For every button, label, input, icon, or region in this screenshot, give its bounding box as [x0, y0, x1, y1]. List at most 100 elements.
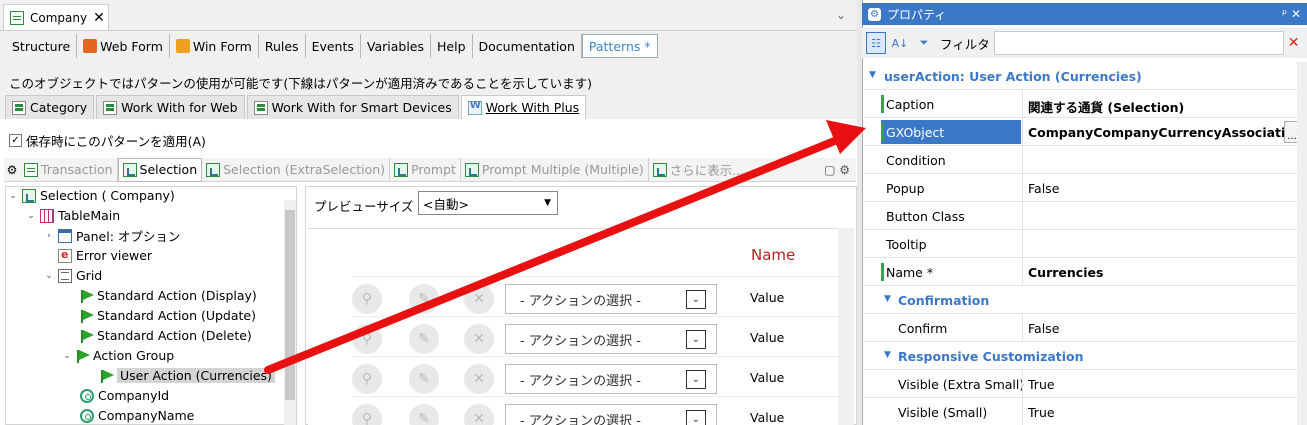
selection-icon [22, 188, 36, 203]
properties-title-bar: ⚙ プロパティ ᵖ ✕ [862, 3, 1307, 25]
property-row-name[interactable]: Name * Currencies [864, 258, 1302, 286]
grid-cell-value: Value [750, 330, 785, 345]
column-divider [1022, 118, 1023, 146]
action-select[interactable]: - アクションの選択 - ⌄ [505, 284, 717, 314]
property-row-tooltip[interactable]: Tooltip [864, 230, 1302, 258]
tree-scrollbar-thumb[interactable] [285, 210, 295, 400]
tab-events[interactable]: Events [306, 34, 361, 58]
edit-icon[interactable]: ✎ [409, 404, 439, 425]
section-user-action[interactable]: ▼ userAction: User Action (Currencies) [864, 62, 1302, 90]
action-select[interactable]: - アクションの選択 - ⌄ [505, 324, 717, 354]
filter-input[interactable] [993, 31, 1284, 55]
instance-tab-extra-selection[interactable]: Selection (ExtraSelection) [202, 157, 391, 182]
chevron-down-icon[interactable]: ⌄ [836, 8, 846, 22]
tab-web-form[interactable]: Web Form [77, 34, 170, 58]
delete-icon[interactable]: ✕ [464, 404, 494, 425]
preview-scrollbar[interactable] [838, 228, 854, 425]
categorized-icon[interactable]: ☷ [866, 32, 886, 54]
property-row-visible-small[interactable]: Visible (Small) True [864, 398, 1302, 425]
tab-patterns[interactable]: Patterns * [581, 34, 658, 58]
apply-on-save-row[interactable]: ✓ 保存時にこのパターンを適用(A) [9, 131, 206, 150]
section-responsive[interactable]: ▼ Responsive Customization [864, 342, 1302, 370]
filter-icon[interactable]: ⏷ [914, 32, 934, 54]
property-row-gxobject[interactable]: GXObject CompanyCompanyCurrencyAssociati… [864, 118, 1303, 146]
document-tab-company[interactable]: Company ✕ [3, 4, 109, 30]
property-value[interactable]: 関連する通貨 (Selection) [1028, 97, 1184, 116]
editor-tabs: Structure Web Form Win Form Rules Events… [6, 34, 658, 58]
instance-tab-prompt-multiple[interactable]: Prompt Multiple (Multiple) [461, 157, 649, 182]
section-confirmation[interactable]: ▼ Confirmation [864, 286, 1302, 314]
tree-node-companyname[interactable]: CompanyName [66, 406, 194, 425]
column-divider [1022, 258, 1023, 286]
gear-icon: ⚙ [868, 7, 881, 21]
pattern-tab-work-with-plus[interactable]: Work With Plus [460, 95, 587, 119]
tree-node-selection[interactable]: ⌄ Selection ( Company) [8, 186, 175, 205]
tab-structure[interactable]: Structure [6, 34, 78, 58]
search-icon[interactable]: ⚲ [352, 324, 382, 354]
tree-node-companyid[interactable]: CompanyId [66, 386, 169, 405]
panel-icon [58, 228, 72, 243]
search-icon[interactable]: ⚲ [352, 364, 382, 394]
search-icon[interactable]: ⚲ [352, 284, 382, 314]
tree-node-user-action[interactable]: User Action (Currencies) [86, 366, 275, 385]
tree-node-action-update[interactable]: Standard Action (Update) [66, 306, 256, 325]
instance-tab-transaction[interactable]: Transaction [20, 157, 118, 182]
action-select[interactable]: - アクションの選択 - ⌄ [505, 404, 717, 425]
work-with-plus-icon [467, 100, 482, 115]
pin-close-icon[interactable]: ᵖ ✕ [1282, 7, 1301, 21]
pattern-tab-category[interactable]: Category [5, 95, 95, 119]
tree-node-action-group[interactable]: ⌄ Action Group [62, 346, 174, 365]
property-value[interactable]: CompanyCompanyCurrencyAssociation [1028, 125, 1303, 140]
search-icon[interactable]: ⚲ [352, 404, 382, 425]
pattern-tab-work-with-smart-devices[interactable]: Work With for Smart Devices [246, 95, 459, 119]
property-row-button-class[interactable]: Button Class [864, 202, 1302, 230]
selection-icon [122, 162, 137, 177]
tab-rules[interactable]: Rules [259, 34, 306, 58]
delete-icon[interactable]: ✕ [464, 284, 494, 314]
tree-node-tablemain[interactable]: ⌄ TableMain [26, 206, 120, 225]
property-value[interactable]: True [1028, 377, 1055, 392]
preview-size-select[interactable]: <自動> ▼ [418, 191, 558, 215]
properties-scrollbar[interactable] [1297, 62, 1307, 425]
property-row-confirm[interactable]: Confirm False [864, 314, 1302, 342]
delete-icon[interactable]: ✕ [464, 324, 494, 354]
edit-icon[interactable]: ✎ [409, 324, 439, 354]
property-value[interactable]: False [1028, 181, 1059, 196]
sort-alpha-icon[interactable]: A↓ [890, 32, 910, 54]
collapse-icon[interactable]: ▼ [884, 350, 891, 360]
property-row-condition[interactable]: Condition [864, 146, 1302, 174]
property-value[interactable]: False [1028, 321, 1059, 336]
delete-icon[interactable]: ✕ [464, 364, 494, 394]
tree-node-grid[interactable]: ⌄ Grid [44, 266, 102, 285]
tree-node-error-viewer[interactable]: Error viewer [44, 246, 152, 265]
tab-help[interactable]: Help [431, 34, 473, 58]
property-row-visible-xs[interactable]: Visible (Extra Small) True [864, 370, 1302, 398]
add-gear-icon[interactable]: ▢ ⚙ [824, 163, 850, 177]
property-value[interactable]: True [1028, 405, 1055, 420]
instance-tab-prompt[interactable]: Prompt [390, 157, 461, 182]
apply-on-save-checkbox[interactable]: ✓ [9, 134, 22, 147]
property-value[interactable]: Currencies [1028, 265, 1103, 280]
tree-node-action-display[interactable]: Standard Action (Display) [66, 286, 257, 305]
action-select[interactable]: - アクションの選択 - ⌄ [505, 364, 717, 394]
tab-documentation[interactable]: Documentation [473, 34, 582, 58]
edit-icon[interactable]: ✎ [409, 284, 439, 314]
close-icon[interactable]: ✕ [93, 10, 105, 26]
edit-icon[interactable]: ✎ [409, 364, 439, 394]
tab-variables[interactable]: Variables [361, 34, 432, 58]
tab-win-form[interactable]: Win Form [170, 34, 259, 58]
preview-grid-row: ⚲ ✎ ✕ - アクションの選択 - ⌄ Value [352, 396, 838, 425]
property-row-caption[interactable]: Caption 関連する通貨 (Selection) [864, 90, 1302, 118]
instance-tab-selection[interactable]: Selection [117, 157, 203, 182]
settings-icon[interactable]: ⚙ [4, 163, 20, 177]
collapse-icon[interactable]: ▼ [884, 294, 891, 304]
tree-node-panel[interactable]: › Panel: オプション [44, 226, 180, 245]
win-form-icon [175, 39, 190, 53]
transaction-icon [10, 10, 24, 25]
pattern-tab-work-with-web[interactable]: Work With for Web [96, 95, 245, 119]
instance-tab-more[interactable]: さらに表示... [649, 158, 748, 182]
property-row-popup[interactable]: Popup False [864, 174, 1302, 202]
clear-filter-icon[interactable]: ✕ [1288, 35, 1300, 51]
tree-node-action-delete[interactable]: Standard Action (Delete) [66, 326, 252, 345]
collapse-icon[interactable]: ▼ [869, 70, 876, 80]
